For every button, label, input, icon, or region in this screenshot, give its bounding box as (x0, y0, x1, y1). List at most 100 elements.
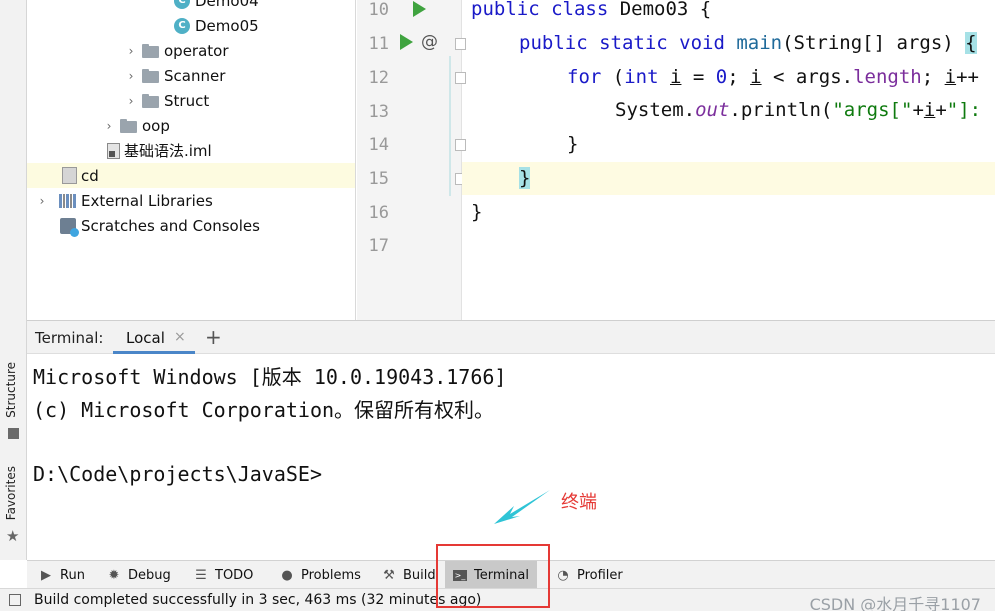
debug-tab[interactable]: ✹ Debug (107, 561, 171, 589)
debug-tab-label: Debug (128, 567, 171, 583)
line-number: 17 (368, 236, 389, 256)
line-number: 16 (368, 203, 389, 223)
tree-item-label: cd (81, 166, 99, 185)
tree-item-oop[interactable]: › oop (27, 113, 355, 138)
tree-item-label: Scanner (164, 66, 226, 85)
watermark: CSDN @水月千寻1107 (809, 595, 981, 611)
problems-tab-label: Problems (301, 567, 361, 583)
structure-tab-label: Structure (4, 362, 18, 418)
code-line-11: public static void main(String[] args) { (519, 32, 977, 54)
tree-item-operator[interactable]: › operator (27, 38, 355, 63)
code-editor[interactable]: 10 11 12 13 14 15 16 17 @ public class D… (357, 0, 995, 320)
problems-tab[interactable]: ● Problems (280, 561, 361, 589)
folder-icon (142, 93, 160, 108)
problems-icon: ● (281, 567, 293, 583)
hammer-icon: ⚒ (383, 567, 395, 583)
terminal-title: Terminal: (35, 329, 104, 347)
folder-icon (142, 68, 160, 83)
tree-item-label: 基础语法.iml (124, 142, 212, 160)
tree-item-label: External Libraries (81, 191, 213, 210)
tree-item-label: operator (164, 41, 229, 60)
override-marker-icon[interactable]: @ (421, 32, 438, 52)
file-icon (62, 167, 77, 184)
add-tab-icon[interactable]: + (205, 325, 222, 349)
annotation-highlight-box (436, 544, 550, 608)
tree-item-scratches[interactable]: Scratches and Consoles (27, 213, 355, 238)
structure-tab[interactable]: Structure (4, 362, 18, 418)
run-tab[interactable]: ▶ Run (39, 561, 85, 589)
favorites-tab-label: Favorites (4, 466, 18, 521)
chevron-right-icon[interactable]: › (124, 69, 138, 83)
module-file-icon (107, 142, 120, 159)
terminal-prompt[interactable]: D:\Code\projects\JavaSE> (33, 462, 322, 486)
code-line-16: } (471, 201, 483, 223)
build-tab[interactable]: ⚒ Build (382, 561, 436, 589)
chevron-right-icon[interactable]: › (124, 94, 138, 108)
tree-item-label: Scratches and Consoles (81, 216, 260, 235)
tree-item-scanner[interactable]: › Scanner (27, 63, 355, 88)
run-main-icon[interactable] (400, 34, 413, 50)
code-line-13: System.out.println("args["+i+"]: (615, 99, 982, 121)
left-tool-strip: Structure Favorites ★ (0, 0, 27, 560)
chevron-right-icon[interactable]: › (102, 119, 116, 133)
line-number: 13 (368, 102, 389, 122)
todo-tab[interactable]: ☰ TODO (194, 561, 253, 589)
run-class-icon[interactable] (413, 1, 426, 17)
editor-gutter: 10 11 12 13 14 15 16 17 @ (357, 0, 466, 320)
bug-icon: ✹ (108, 567, 120, 583)
folder-icon (142, 43, 160, 58)
line-number: 15 (368, 169, 389, 189)
tab-local[interactable]: Local × (113, 321, 195, 354)
tree-item-label: Demo04 (195, 0, 259, 10)
star-icon: ★ (6, 527, 20, 545)
code-line-15: } (519, 167, 531, 189)
current-line-highlight (462, 162, 995, 195)
status-message: Build completed successfully in 3 sec, 4… (34, 592, 482, 608)
tree-item-struct[interactable]: › Struct (27, 88, 355, 113)
line-number: 10 (368, 0, 389, 20)
favorites-tab[interactable]: Favorites (4, 466, 18, 520)
line-number: 12 (368, 68, 389, 88)
terminal-tab-bar: Terminal: Local × + (27, 321, 995, 354)
layout-toggle-icon[interactable] (9, 594, 21, 606)
fold-icon[interactable] (455, 72, 466, 84)
build-tab-label: Build (403, 567, 436, 583)
terminal-output-line: (c) Microsoft Corporation。保留所有权利。 (33, 398, 495, 422)
tree-item-cd[interactable]: cd (27, 163, 355, 188)
folder-icon (120, 118, 138, 133)
project-tree: C Demo04 C Demo05 › operator › Scanner ›… (27, 0, 356, 320)
chevron-right-icon[interactable]: › (35, 194, 49, 208)
class-icon: C (174, 0, 190, 9)
list-icon: ☰ (195, 567, 207, 583)
tree-item-external-libraries[interactable]: › External Libraries (27, 188, 355, 213)
line-number: 11 (368, 34, 389, 54)
annotation-arrow-icon (494, 490, 550, 524)
profiler-tab-label: Profiler (577, 567, 623, 583)
library-icon (59, 193, 77, 208)
run-icon: ▶ (41, 567, 51, 583)
close-icon[interactable]: × (174, 329, 186, 345)
class-icon: C (174, 17, 190, 34)
fold-icon[interactable] (455, 139, 466, 151)
fold-icon[interactable] (455, 38, 466, 50)
profiler-tab[interactable]: ◔ Profiler (556, 561, 623, 589)
tree-item-demo04[interactable]: C Demo04 (27, 0, 355, 13)
tab-local-label: Local (126, 329, 165, 347)
profiler-icon: ◔ (557, 567, 569, 583)
code-line-10: public class Demo03 { (471, 0, 712, 20)
run-tab-label: Run (60, 567, 85, 583)
todo-tab-label: TODO (215, 567, 254, 583)
tree-item-label: Demo05 (195, 16, 259, 35)
tree-item-label: oop (142, 116, 170, 135)
scratches-icon (60, 217, 79, 237)
tree-item-demo05[interactable]: C Demo05 (27, 13, 355, 38)
line-number: 14 (368, 135, 389, 155)
terminal-output-line: Microsoft Windows [版本 10.0.19043.1766] (33, 365, 507, 389)
code-line-12: for (int i = 0; i < args.length; i++ (567, 66, 979, 88)
tree-item-label: Struct (164, 91, 210, 110)
chevron-right-icon[interactable]: › (124, 44, 138, 58)
tree-item-iml-file[interactable]: 基础语法.iml (27, 138, 355, 163)
annotation-label: 终端 (561, 492, 597, 513)
structure-icon (8, 428, 19, 439)
scope-guide (449, 56, 451, 196)
